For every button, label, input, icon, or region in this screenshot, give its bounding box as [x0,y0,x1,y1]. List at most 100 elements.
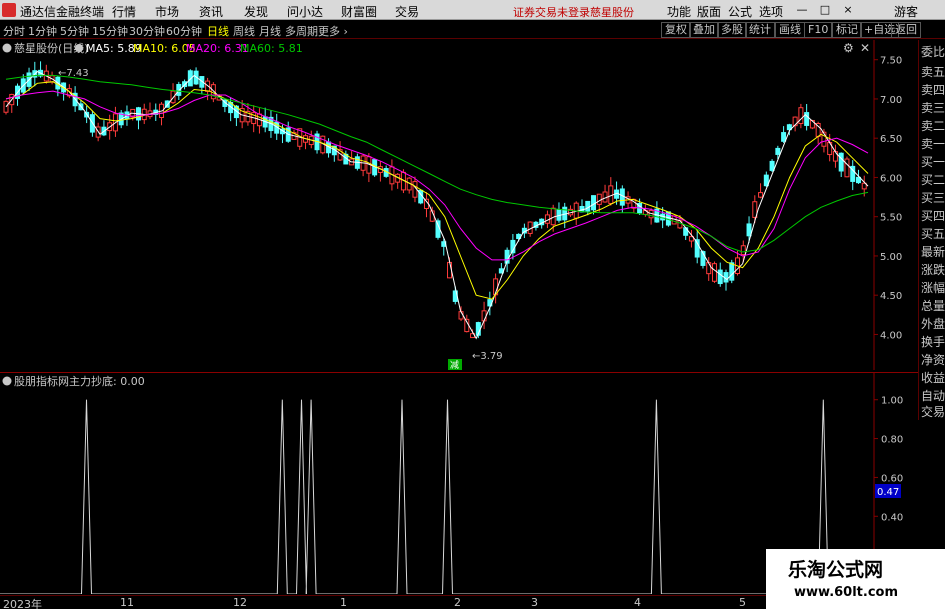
y-tick-label: 6.50 [880,134,902,145]
tab-5min[interactable]: 5分钟 [60,23,89,39]
menu-ask-xiaoda[interactable]: 问小达 [287,3,323,20]
tab-daily[interactable]: 日线 [207,23,229,39]
candle-body [758,192,764,198]
candle-body [832,151,838,162]
period-toolbar: 分时 1分钟 5分钟 15分钟 30分钟 60分钟 日线 周线 月线 多周期 更… [0,21,945,39]
candle-body [717,269,723,285]
candle-body [838,152,844,172]
y-tick-label: 0.60 [881,473,903,484]
y-tick-label: 6.00 [880,173,902,184]
candle-body [619,188,625,206]
candle-body [769,160,775,171]
candle-body [781,132,787,142]
rp-bid2[interactable]: 买二 [920,171,945,189]
tab-multi-period[interactable]: 多周期 [285,23,318,39]
rp-ask4[interactable]: 卖四 [920,81,945,99]
date-label: 4 [634,596,641,609]
rp-bid3[interactable]: 买三 [920,189,945,207]
rp-change-pct[interactable]: 涨幅 [920,279,945,297]
menu-trade[interactable]: 交易 [395,3,419,20]
settings-dot-icon[interactable] [2,43,12,53]
date-label: 3 [531,596,538,609]
maximize-button[interactable]: □ [816,2,834,17]
rp-bid5[interactable]: 买五 [920,225,945,243]
tab-weekly[interactable]: 周线 [233,23,255,39]
menu-discover[interactable]: 发现 [244,3,268,20]
rp-bid4[interactable]: 买四 [920,207,945,225]
right-quote-panel: 委比 卖五 卖四 卖三 卖二 卖一 买一 买二 买三 买四 买五 最新 涨跌 涨… [918,40,945,420]
rp-net-assets[interactable]: 净资 [920,351,945,369]
rp-ask5[interactable]: 卖五 [920,63,945,81]
overlay-button[interactable]: 叠加 [689,22,719,38]
tab-60min[interactable]: 60分钟 [166,23,202,39]
kline-chart[interactable]: 7.507.006.506.005.505.004.504.00 慈星股份(日线… [0,40,918,370]
y-tick-label: 1.00 [881,396,903,407]
y-tick-label: 0.80 [881,435,903,446]
ma-toggle-icon[interactable] [75,44,83,52]
user-status[interactable]: 游客 [894,3,918,20]
rp-change[interactable]: 涨跌 [920,261,945,279]
tab-30min[interactable]: 30分钟 [129,23,165,39]
statistics-button[interactable]: 统计 [745,22,775,38]
close-icon[interactable]: ✕ [860,41,870,55]
tab-more[interactable]: 更多 › [318,23,348,39]
back-button[interactable]: 返回 [891,22,921,38]
rp-trade[interactable]: 交易 [920,403,945,421]
menu-market[interactable]: 市场 [155,3,179,20]
high-marker: ←7.43 [58,68,89,79]
current-stock-name: 慈星股份 [590,6,634,19]
rp-bid1[interactable]: 买一 [920,153,945,171]
f10-button[interactable]: F10 [804,22,833,38]
low-marker: ←3.79 [472,351,503,362]
chevron-right-icon: › [343,25,348,38]
menu-bar: 通达信金融终端 行情 市场 资讯 发现 问小达 财富圈 交易 证券交易未登录 慈… [0,0,945,20]
menu-quotes[interactable]: 行情 [112,3,136,20]
y-tick-label: 7.50 [880,56,902,67]
candle-body [591,195,597,211]
candle-body [746,223,752,237]
watermark-url: www.60lt.com [794,585,899,600]
tab-1min[interactable]: 1分钟 [28,23,57,39]
menu-function[interactable]: 功能 [667,3,691,20]
rp-latest[interactable]: 最新 [920,243,945,261]
tab-monthly[interactable]: 月线 [259,23,281,39]
indicator-label: 股朋指标网 [14,374,69,388]
close-window-button[interactable]: × [839,2,857,17]
mark-button[interactable]: 标记 [832,22,862,38]
rp-bid-ratio[interactable]: 委比 [920,43,945,61]
candle-body [585,200,591,212]
login-status[interactable]: 证券交易未登录 [513,4,590,20]
menu-layout[interactable]: 版面 [697,3,721,20]
rp-outer[interactable]: 外盘 [920,315,945,333]
menu-formula[interactable]: 公式 [728,3,752,20]
menu-options[interactable]: 选项 [759,3,783,20]
y-tick-label: 5.50 [880,213,902,224]
y-tick-label: 0.40 [881,512,903,523]
menu-wealth-circle[interactable]: 财富圈 [341,3,377,20]
date-label: 5 [739,596,746,609]
candle-body [170,90,176,104]
date-label: 11 [120,596,134,609]
menu-news[interactable]: 资讯 [199,3,223,20]
y-tick-label: 4.50 [880,291,902,302]
candle-body [740,245,746,256]
gear-icon[interactable]: ⚙ [843,41,854,55]
adjust-rights-button[interactable]: 复权 [661,22,691,38]
rp-turnover[interactable]: 换手 [920,333,945,351]
rp-earnings[interactable]: 收益 [920,369,945,387]
rp-ask3[interactable]: 卖三 [920,99,945,117]
indicator-settings-icon[interactable] [2,376,12,386]
minimize-button[interactable]: — [793,2,811,17]
candle-body [711,263,717,282]
rp-volume[interactable]: 总量 [920,297,945,315]
tab-15min[interactable]: 15分钟 [92,23,128,39]
candle-body [596,193,602,205]
app-logo-icon [2,3,16,17]
multi-stock-button[interactable]: 多股 [717,22,747,38]
rp-ask2[interactable]: 卖二 [920,117,945,135]
rp-ask1[interactable]: 卖一 [920,135,945,153]
tab-timeshare[interactable]: 分时 [3,23,25,39]
draw-line-button[interactable]: 画线 [775,22,805,38]
ma60-label: MA60: 5.81 [240,42,303,55]
y-tick-label: 7.00 [880,95,902,106]
